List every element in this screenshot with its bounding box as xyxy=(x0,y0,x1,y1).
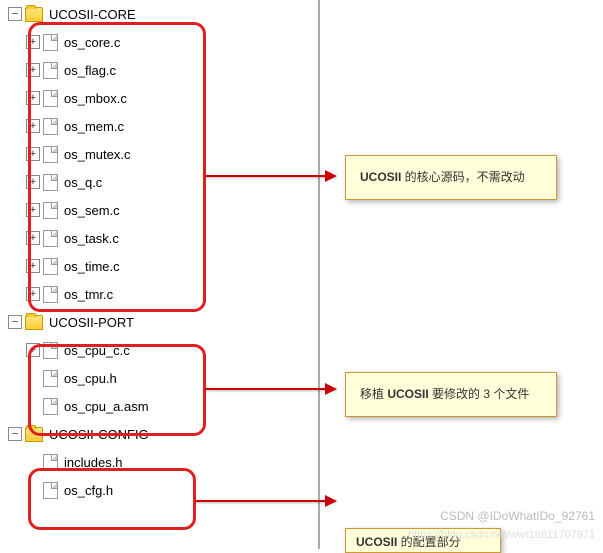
tree-file[interactable]: + os_task.c xyxy=(0,224,318,252)
tree-file[interactable]: + os_sem.c xyxy=(0,196,318,224)
file-label: os_mbox.c xyxy=(64,91,127,106)
note-text: 的核心源码，不需改动 xyxy=(401,170,524,184)
file-label: os_q.c xyxy=(64,175,102,190)
expand-icon[interactable]: + xyxy=(26,91,40,105)
collapse-icon[interactable]: − xyxy=(8,427,22,441)
note-text: 要修改的 3 个文件 xyxy=(429,387,530,401)
annotation-note-core: UCOSII 的核心源码，不需改动 xyxy=(345,155,557,200)
collapse-icon[interactable]: − xyxy=(8,315,22,329)
arrow-icon xyxy=(205,388,335,390)
file-label: os_sem.c xyxy=(64,203,120,218)
file-label: os_core.c xyxy=(64,35,120,50)
file-icon xyxy=(43,230,58,247)
file-icon xyxy=(43,62,58,79)
file-icon xyxy=(43,34,58,51)
file-icon xyxy=(43,482,58,499)
tree-file[interactable]: + os_mbox.c xyxy=(0,84,318,112)
file-label: os_task.c xyxy=(64,231,119,246)
folder-label: UCOSII-CONFIG xyxy=(49,427,149,442)
tree-folder-port[interactable]: − UCOSII-PORT xyxy=(0,308,318,336)
expand-icon[interactable]: + xyxy=(26,35,40,49)
note-text: UCOSII xyxy=(360,170,401,184)
file-label: os_cfg.h xyxy=(64,483,113,498)
folder-label: UCOSII-PORT xyxy=(49,315,134,330)
file-label: os_cpu_c.c xyxy=(64,343,130,358)
folder-icon xyxy=(25,315,43,330)
file-icon xyxy=(43,90,58,107)
file-icon xyxy=(43,146,58,163)
expand-icon[interactable]: + xyxy=(26,203,40,217)
file-icon xyxy=(43,258,58,275)
expand-icon[interactable]: + xyxy=(26,259,40,273)
file-icon xyxy=(43,342,58,359)
file-icon xyxy=(43,118,58,135)
annotation-note-port: 移植 UCOSII 要修改的 3 个文件 xyxy=(345,372,557,417)
collapse-icon[interactable]: − xyxy=(8,7,22,21)
file-icon xyxy=(43,174,58,191)
file-tree-panel: − UCOSII-CORE + os_core.c + os_flag.c + … xyxy=(0,0,320,549)
expand-icon[interactable]: + xyxy=(26,119,40,133)
folder-icon xyxy=(25,7,43,22)
expand-icon[interactable]: + xyxy=(26,343,40,357)
file-label: os_cpu_a.asm xyxy=(64,399,149,414)
note-text: 移植 xyxy=(360,387,387,401)
tree-folder-config[interactable]: − UCOSII-CONFIG xyxy=(0,420,318,448)
expand-icon[interactable]: + xyxy=(26,147,40,161)
tree-folder-core[interactable]: − UCOSII-CORE xyxy=(0,0,318,28)
watermark-url: https://blog.csdn.net/wwt18811707971 xyxy=(408,529,595,541)
folder-icon xyxy=(25,427,43,442)
file-label: os_mem.c xyxy=(64,119,124,134)
note-text: UCOSII xyxy=(387,387,428,401)
tree-file[interactable]: + os_mutex.c xyxy=(0,140,318,168)
folder-label: UCOSII-CORE xyxy=(49,7,136,22)
file-label: os_cpu.h xyxy=(64,371,117,386)
file-icon xyxy=(43,286,58,303)
tree-file[interactable]: + os_core.c xyxy=(0,28,318,56)
expand-icon[interactable]: + xyxy=(26,63,40,77)
file-label: os_time.c xyxy=(64,259,120,274)
file-label: os_tmr.c xyxy=(64,287,113,302)
tree-file[interactable]: + os_tmr.c xyxy=(0,280,318,308)
tree-file[interactable]: + os_q.c xyxy=(0,168,318,196)
file-icon xyxy=(43,202,58,219)
note-text: UCOSII xyxy=(356,535,397,549)
file-icon xyxy=(43,454,58,471)
tree-file[interactable]: + os_cpu_c.c xyxy=(0,336,318,364)
tree-file[interactable]: + os_mem.c xyxy=(0,112,318,140)
arrow-icon xyxy=(205,175,335,177)
expand-icon[interactable]: + xyxy=(26,175,40,189)
watermark-text: CSDN @IDoWhatIDo_92761 xyxy=(440,509,595,523)
expand-icon[interactable]: + xyxy=(26,231,40,245)
file-label: os_mutex.c xyxy=(64,147,130,162)
arrow-icon xyxy=(195,500,335,502)
tree-file[interactable]: + os_flag.c xyxy=(0,56,318,84)
file-icon xyxy=(43,398,58,415)
tree-file[interactable]: os_cpu_a.asm xyxy=(0,392,318,420)
tree-file[interactable]: + os_time.c xyxy=(0,252,318,280)
file-label: includes.h xyxy=(64,455,123,470)
expand-icon[interactable]: + xyxy=(26,287,40,301)
file-icon xyxy=(43,370,58,387)
file-label: os_flag.c xyxy=(64,63,116,78)
tree-file[interactable]: includes.h xyxy=(0,448,318,476)
